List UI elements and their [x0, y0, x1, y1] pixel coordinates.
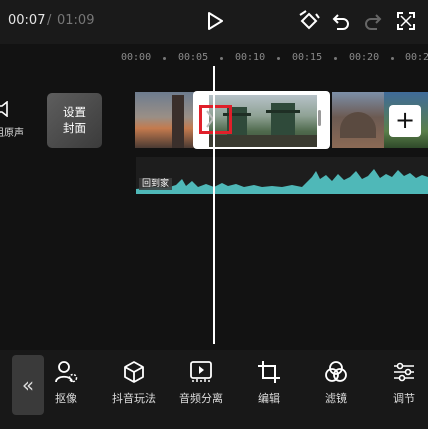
filter-icon: [325, 361, 347, 382]
tool-label: 编辑: [258, 392, 280, 405]
keyframe-icon[interactable]: [296, 9, 322, 33]
original-audio-label: 粗原声: [0, 128, 24, 139]
undo-icon[interactable]: [330, 10, 352, 32]
audio-track[interactable]: [136, 157, 428, 194]
ruler-tick: [220, 57, 223, 60]
ruler-label: 00:15: [292, 52, 323, 63]
add-clip-button[interactable]: +: [389, 105, 421, 137]
set-cover-button[interactable]: 设置 封面: [47, 93, 102, 148]
tool-label: 抠像: [55, 392, 77, 405]
cube-icon: [124, 361, 144, 383]
ruler-tick: [277, 57, 280, 60]
ruler-label: 00:00: [121, 52, 152, 63]
ruler-tick: [163, 57, 166, 60]
back-button[interactable]: «: [12, 355, 44, 415]
video-clip[interactable]: [135, 92, 195, 148]
plus-icon: +: [394, 106, 416, 134]
ruler-label: 00:10: [235, 52, 266, 63]
ruler-label: 00:25: [405, 52, 428, 63]
trim-handle-right[interactable]: [318, 110, 321, 126]
speaker-icon[interactable]: [0, 100, 14, 118]
current-time: 00:07: [8, 13, 46, 28]
tool-label: 调节: [393, 392, 415, 405]
time-separator: /: [47, 13, 52, 28]
audio-track-label: 回到家: [139, 178, 173, 190]
tool-label: 滤镜: [325, 392, 347, 405]
redo-icon[interactable]: [362, 10, 384, 32]
ruler-tick: [334, 57, 337, 60]
tool-cutout[interactable]: 抠像: [53, 360, 79, 406]
sliders-icon: [394, 362, 414, 382]
tool-adjust[interactable]: 调节: [391, 360, 417, 406]
video-clip[interactable]: [332, 92, 384, 148]
highlight-box: [199, 105, 232, 134]
playhead[interactable]: [213, 66, 215, 344]
ruler-label: 00:20: [349, 52, 380, 63]
tool-edit[interactable]: 编辑: [256, 360, 282, 406]
set-cover-line1: 设置: [63, 105, 86, 119]
person-cutout-icon: [55, 361, 78, 383]
total-time: 01:09: [57, 13, 95, 28]
tool-audio-separate[interactable]: 音频分离: [177, 360, 225, 406]
ruler-label: 00:05: [178, 52, 209, 63]
crop-icon: [258, 361, 280, 383]
set-cover-line2: 封面: [63, 121, 86, 135]
fullscreen-icon[interactable]: [395, 10, 417, 32]
ruler-tick: [391, 57, 394, 60]
tool-label: 抖音玩法: [112, 392, 156, 405]
clip-thumbnail: [172, 95, 184, 148]
tool-douyin-play[interactable]: 抖音玩法: [110, 360, 158, 406]
double-chevron-left-icon: «: [21, 373, 35, 397]
tool-filter[interactable]: 滤镜: [323, 360, 349, 406]
audio-separate-icon: [190, 361, 212, 382]
play-icon[interactable]: [204, 10, 226, 32]
tool-label: 音频分离: [179, 392, 223, 405]
